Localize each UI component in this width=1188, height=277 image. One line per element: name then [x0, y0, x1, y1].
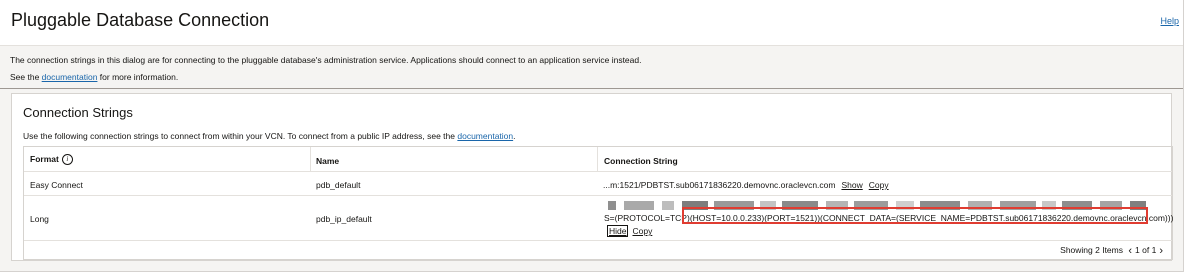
documentation-link[interactable]: documentation [42, 72, 98, 82]
column-header-name: Name [316, 156, 340, 166]
chevron-left-icon[interactable]: ‹ [1128, 245, 1132, 257]
chevron-right-icon[interactable]: › [1159, 245, 1163, 257]
highlight-box [682, 207, 1148, 224]
vcn-documentation-link[interactable]: documentation [457, 131, 513, 141]
info-prefix: See the [10, 72, 42, 82]
showing-items-text: Showing 2 Items [1060, 245, 1123, 255]
name-cell: pdb_default [316, 180, 361, 190]
name-cell: pdb_ip_default [316, 214, 372, 224]
connection-strings-card: Connection Strings Use the following con… [11, 93, 1173, 261]
conn-prefix: S=(PROTOCOL=TCP [604, 213, 687, 223]
hide-link[interactable]: Hide [607, 225, 629, 237]
column-divider [310, 147, 311, 172]
info-panel: The connection strings in this dialog ar… [0, 45, 1183, 89]
format-cell: Easy Connect [30, 180, 83, 190]
page-indicator: 1 of 1 [1135, 245, 1157, 255]
table-header: Format i Name Connection String [24, 147, 1172, 172]
section-description: Use the following connection strings to … [23, 131, 516, 141]
info-icon[interactable]: i [61, 154, 73, 166]
section-title: Connection Strings [23, 105, 133, 120]
format-cell: Long [30, 214, 49, 224]
column-divider [597, 147, 598, 172]
body-area: Connection Strings Use the following con… [0, 89, 1183, 271]
info-suffix: for more information. [97, 72, 179, 82]
info-text: The connection strings in this dialog ar… [10, 55, 642, 65]
table-row: Easy Connect pdb_default ...m:1521/PDBTS… [24, 172, 1172, 196]
format-header-label: Format [30, 154, 59, 164]
desc-suffix: . [513, 131, 516, 141]
dialog-title: Pluggable Database Connection [11, 10, 270, 30]
connection-string-cell: ...m:1521/PDBTST.sub06171836220.demovnc.… [603, 180, 889, 190]
pdb-connection-dialog: Pluggable Database Connection Help The c… [0, 0, 1184, 272]
show-link[interactable]: Show [841, 180, 862, 190]
pagination: Showing 2 Items ‹ 1 of 1 › [1060, 245, 1166, 257]
info-see-docs: See the documentation for more informati… [10, 72, 178, 82]
connection-strings-table: Format i Name Connection String Easy Conn… [23, 146, 1173, 260]
table-row: Long pdb_ip_default S=(PROTOCOL=TCP)(HOS… [24, 196, 1173, 241]
column-header-format: Format i [30, 154, 73, 166]
desc-prefix: Use the following connection strings to … [23, 131, 458, 141]
column-header-connection-string: Connection String [604, 156, 678, 166]
help-link[interactable]: Help [1160, 16, 1179, 26]
copy-link[interactable]: Copy [869, 180, 889, 190]
connection-string-value: ...m:1521/PDBTST.sub06171836220.demovnc.… [603, 180, 836, 190]
connection-actions: Hide Copy [607, 225, 652, 237]
copy-link[interactable]: Copy [632, 226, 652, 236]
